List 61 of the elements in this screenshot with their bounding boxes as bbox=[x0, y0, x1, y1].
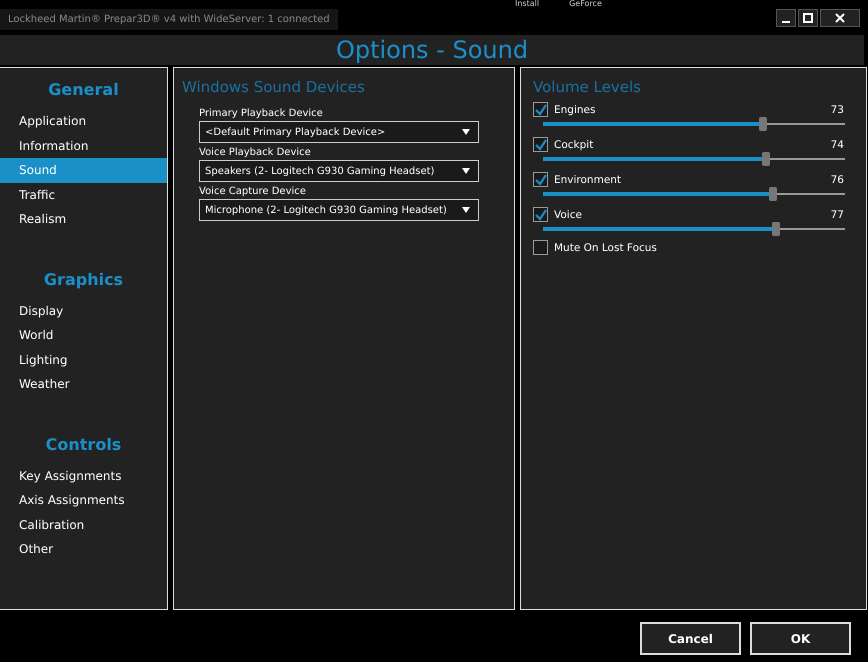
sidebar-heading: Controls bbox=[44, 434, 122, 454]
field-label: Voice Playback Device bbox=[199, 147, 312, 158]
sidebar-item[interactable]: Traffic bbox=[0, 182, 167, 207]
sidebar-item[interactable]: Sound bbox=[0, 158, 167, 182]
field-label: Primary Playback Device bbox=[199, 108, 324, 119]
slider-thumb[interactable] bbox=[762, 152, 770, 166]
channel-label: Environment bbox=[554, 174, 622, 186]
panel-heading: Volume Levels bbox=[533, 78, 642, 96]
dialog-title: Options - Sound bbox=[336, 36, 528, 64]
slider-thumb[interactable] bbox=[759, 117, 768, 131]
sidebar-item[interactable]: Axis Assignments bbox=[0, 488, 167, 512]
checkbox[interactable] bbox=[533, 172, 548, 187]
sidebar-item[interactable]: World bbox=[0, 323, 167, 348]
device-dropdown[interactable]: Speakers (2- Logitech G930 Gaming Headset) bbox=[199, 160, 479, 182]
desktop-label: Install bbox=[515, 0, 540, 8]
volume-slider[interactable] bbox=[543, 152, 845, 166]
sidebar-item[interactable]: Application bbox=[0, 109, 167, 134]
maximize-icon bbox=[802, 12, 814, 24]
window-title: Lockheed Martin® Prepar3D® v4 with WideServer: 1 connected bbox=[0, 9, 338, 30]
checkbox[interactable] bbox=[533, 137, 548, 152]
slider-thumb[interactable] bbox=[772, 222, 780, 236]
maximize-button[interactable] bbox=[798, 9, 818, 27]
field-label: Voice Capture Device bbox=[199, 186, 307, 197]
sidebar-item[interactable]: Calibration bbox=[0, 512, 167, 537]
sidebar-item[interactable]: Weather bbox=[0, 372, 167, 396]
sidebar-item[interactable]: Key Assignments bbox=[0, 464, 167, 488]
channel-label: Engines bbox=[554, 104, 596, 116]
sidebar-item[interactable]: Lighting bbox=[0, 348, 167, 372]
sidebar-item[interactable]: Display bbox=[0, 298, 167, 323]
volume-reading: 74 bbox=[830, 138, 844, 150]
volume-reading: 73 bbox=[830, 104, 844, 116]
volume-slider[interactable] bbox=[543, 117, 845, 131]
volume-reading: 77 bbox=[830, 208, 844, 220]
sidebar-heading: General bbox=[47, 80, 120, 99]
sidebar-item[interactable]: Information bbox=[0, 134, 167, 158]
minimize-button[interactable] bbox=[776, 9, 796, 27]
minimize-icon bbox=[782, 21, 790, 23]
checkbox[interactable] bbox=[533, 240, 548, 255]
dialog-button[interactable]: Cancel bbox=[640, 622, 741, 655]
volume-reading: 76 bbox=[830, 174, 844, 186]
sidebar-item[interactable]: Realism bbox=[0, 207, 167, 232]
dialog-button[interactable]: OK bbox=[750, 622, 851, 655]
volume-slider[interactable] bbox=[543, 187, 845, 201]
checkbox[interactable] bbox=[533, 102, 548, 117]
checkbox-label: Mute On Lost Focus bbox=[554, 242, 658, 254]
sidebar-heading: Graphics bbox=[42, 270, 124, 288]
checkbox[interactable] bbox=[533, 207, 548, 222]
device-dropdown[interactable]: <Default Primary Playback Device> bbox=[199, 121, 479, 143]
volume-slider[interactable] bbox=[543, 222, 845, 236]
desktop-label: GeForce bbox=[569, 0, 602, 8]
channel-label: Cockpit bbox=[554, 138, 594, 150]
caret-icon bbox=[462, 168, 470, 174]
panel-heading: Windows Sound Devices bbox=[182, 78, 366, 96]
caret-icon bbox=[462, 207, 470, 213]
channel-label: Voice bbox=[554, 208, 583, 220]
sidebar-item[interactable]: Other bbox=[0, 537, 167, 562]
device-dropdown[interactable]: Microphone (2- Logitech G930 Gaming Headset) bbox=[199, 199, 479, 221]
close-icon bbox=[834, 12, 846, 24]
caret-icon bbox=[462, 129, 470, 135]
slider-thumb[interactable] bbox=[768, 187, 777, 201]
close-button[interactable] bbox=[820, 9, 860, 27]
